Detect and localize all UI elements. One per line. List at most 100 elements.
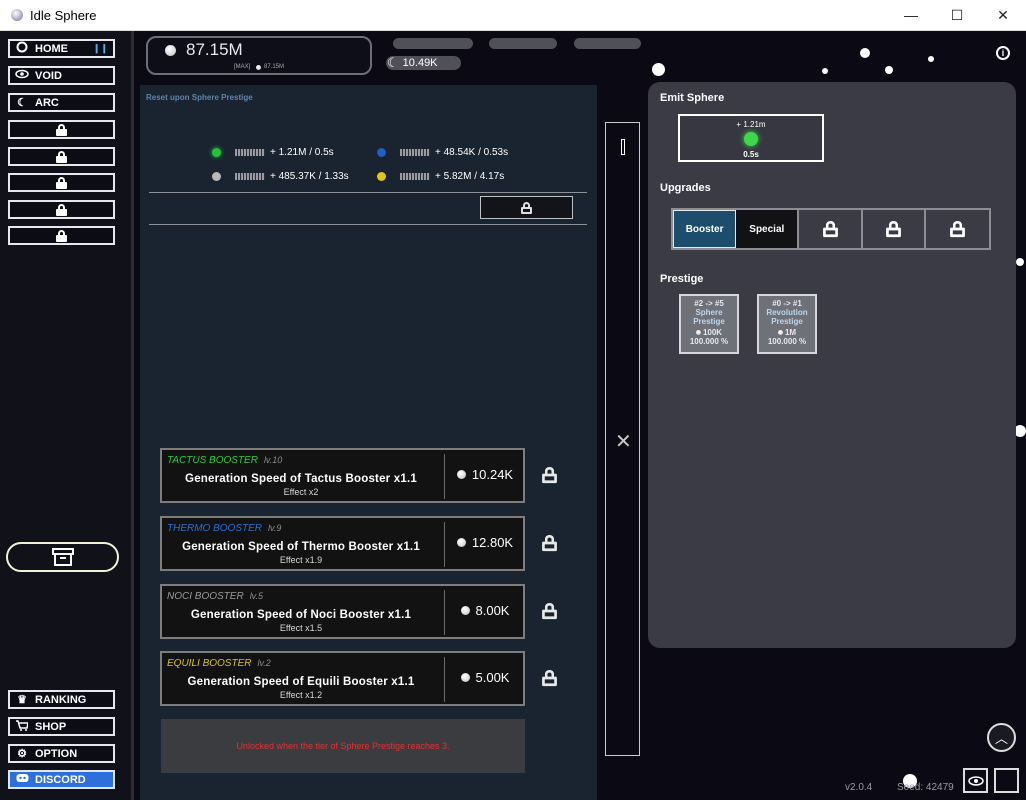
emit-sphere-orb bbox=[744, 132, 758, 146]
sphere-orb-icon bbox=[460, 606, 470, 615]
sphere-orb-icon bbox=[777, 330, 783, 335]
ring-icon bbox=[15, 41, 29, 56]
nav-shop-button[interactable]: SHOP bbox=[8, 717, 115, 736]
nav-home-label: HOME bbox=[35, 42, 68, 55]
booster-title: TACTUS BOOSTER lv.10 bbox=[167, 455, 283, 466]
nav-ranking-button[interactable]: ♛ RANKING bbox=[8, 690, 115, 709]
eye-icon bbox=[967, 775, 984, 786]
fullscreen-button[interactable] bbox=[994, 768, 1019, 793]
emit-sphere-button[interactable]: + 1.21m 0.5s bbox=[678, 114, 824, 162]
moon-icon: ☾ bbox=[387, 55, 399, 70]
tab-special[interactable]: Special bbox=[736, 210, 800, 248]
close-track-icon[interactable]: ✕ bbox=[615, 429, 632, 454]
sphere-orb-icon bbox=[695, 330, 701, 335]
booster-cost: 12.80K bbox=[445, 535, 525, 550]
generator-blue: + 48.54K / 0.53s bbox=[377, 147, 508, 158]
generator-progress-bar bbox=[400, 149, 430, 156]
upgrades-title: Upgrades bbox=[660, 182, 711, 194]
nav-discord-button[interactable]: DISCORD bbox=[8, 770, 115, 789]
lock-icon bbox=[521, 201, 532, 214]
lock-icon bbox=[885, 220, 901, 238]
sphere-count: 87.15M bbox=[186, 40, 243, 59]
booster-title: THERMO BOOSTER lv.9 bbox=[167, 523, 282, 534]
booster-cost: 8.00K bbox=[445, 603, 525, 618]
small-orb-icon bbox=[256, 65, 261, 70]
close-window-button[interactable]: ✕ bbox=[980, 0, 1026, 30]
booster-lock-toggle[interactable] bbox=[542, 669, 557, 689]
nav-locked-slot bbox=[8, 173, 115, 192]
generator-dot bbox=[212, 148, 221, 157]
booster-lock-toggle[interactable] bbox=[542, 602, 557, 622]
booster-lock-toggle[interactable] bbox=[542, 466, 557, 486]
booster-lock-toggle[interactable] bbox=[542, 534, 557, 554]
scroll-up-button[interactable]: ︿ bbox=[987, 723, 1016, 752]
pause-icon: ❙❙ bbox=[92, 43, 108, 53]
lock-icon bbox=[542, 602, 557, 620]
booster-cost: 10.24K bbox=[445, 467, 525, 482]
lock-icon bbox=[56, 176, 67, 189]
booster-card-thermo[interactable]: THERMO BOOSTER lv.9 Generation Speed of T… bbox=[160, 516, 525, 571]
generator-dot bbox=[212, 172, 221, 181]
sphere-orb-icon bbox=[456, 538, 466, 547]
divider bbox=[149, 192, 587, 193]
booster-effect: Effect x1.9 bbox=[279, 555, 323, 565]
generator-progress-bar bbox=[235, 149, 265, 156]
booster-card-equili[interactable]: EQUILI BOOSTER lv.2 Generation Speed of E… bbox=[160, 651, 525, 706]
booster-title: EQUILI BOOSTER lv.2 bbox=[167, 658, 271, 669]
nav-arc-button[interactable]: ☾ ARC bbox=[8, 93, 115, 112]
divider bbox=[149, 224, 587, 225]
minimize-button[interactable]: — bbox=[888, 0, 934, 30]
version-label: v2.0.4 bbox=[845, 782, 873, 793]
booster-cost: 5.00K bbox=[445, 670, 525, 685]
nav-option-button[interactable]: ⚙ OPTION bbox=[8, 744, 115, 763]
emit-time: 0.5s bbox=[743, 150, 759, 159]
prestige-title: Prestige bbox=[660, 273, 704, 285]
booster-card-noci[interactable]: NOCI BOOSTER lv.5 Generation Speed of Noc… bbox=[160, 584, 525, 639]
tab-locked bbox=[799, 210, 863, 248]
emit-sphere-title: Emit Sphere bbox=[660, 92, 725, 104]
window-title: Idle Sphere bbox=[30, 8, 97, 23]
lock-icon bbox=[56, 123, 67, 136]
lock-icon bbox=[542, 466, 557, 484]
moon-icon: ☾ bbox=[17, 97, 27, 109]
sphere-resource-box: 87.15M [MAX] 87.15M bbox=[146, 36, 372, 75]
max-label: [MAX] bbox=[234, 64, 251, 70]
generator-green: + 1.21M / 0.5s bbox=[212, 147, 334, 158]
generator-progress-bar bbox=[235, 173, 265, 180]
emit-amount: + 1.21m bbox=[736, 120, 766, 129]
tab-booster[interactable]: Booster bbox=[673, 210, 737, 248]
moon-resource: ☾ 10.49K bbox=[386, 55, 461, 70]
app-sphere-icon bbox=[11, 9, 23, 21]
generator-rate: + 5.82M / 4.17s bbox=[435, 171, 505, 182]
archive-button[interactable] bbox=[6, 542, 119, 572]
sphere-orb-icon bbox=[460, 673, 470, 682]
seed-label: Seed: 42479 bbox=[897, 782, 954, 793]
nav-option-label: OPTION bbox=[35, 747, 78, 760]
nav-void-button[interactable]: VOID bbox=[8, 66, 115, 85]
booster-description: Generation Speed of Equili Booster x1.1 bbox=[187, 676, 415, 688]
crown-icon: ♛ bbox=[17, 694, 27, 706]
lock-icon bbox=[542, 669, 557, 687]
nav-ranking-label: RANKING bbox=[35, 693, 87, 706]
moon-count: 10.49K bbox=[402, 57, 438, 69]
tab-locked bbox=[863, 210, 926, 248]
title-bar: Idle Sphere — ☐ ✕ bbox=[0, 0, 1026, 31]
maximize-button[interactable]: ☐ bbox=[934, 0, 980, 30]
resource-placeholder bbox=[489, 38, 557, 49]
booster-title: NOCI BOOSTER lv.5 bbox=[167, 591, 264, 602]
generator-progress-bar bbox=[400, 173, 430, 180]
lock-icon bbox=[56, 229, 67, 242]
info-button[interactable]: i bbox=[996, 46, 1010, 60]
track-marker bbox=[621, 139, 625, 155]
revolution-prestige-button[interactable]: #0 -> #1 Revolution Prestige 1M 100.000 … bbox=[757, 294, 817, 354]
booster-effect: Effect x1.2 bbox=[279, 690, 323, 700]
nav-home-button[interactable]: HOME ❙❙ bbox=[8, 39, 115, 58]
generator-white: + 485.37K / 1.33s bbox=[212, 171, 349, 182]
nav-void-label: VOID bbox=[35, 69, 62, 82]
archive-icon bbox=[51, 548, 74, 566]
resource-placeholder bbox=[393, 38, 473, 49]
tab-locked bbox=[926, 210, 989, 248]
booster-card-tactus[interactable]: TACTUS BOOSTER lv.10 Generation Speed of … bbox=[160, 448, 525, 503]
visibility-toggle-button[interactable] bbox=[963, 768, 988, 793]
sphere-prestige-button[interactable]: #2 -> #5 Sphere Prestige 100K 100.000 % bbox=[679, 294, 739, 354]
